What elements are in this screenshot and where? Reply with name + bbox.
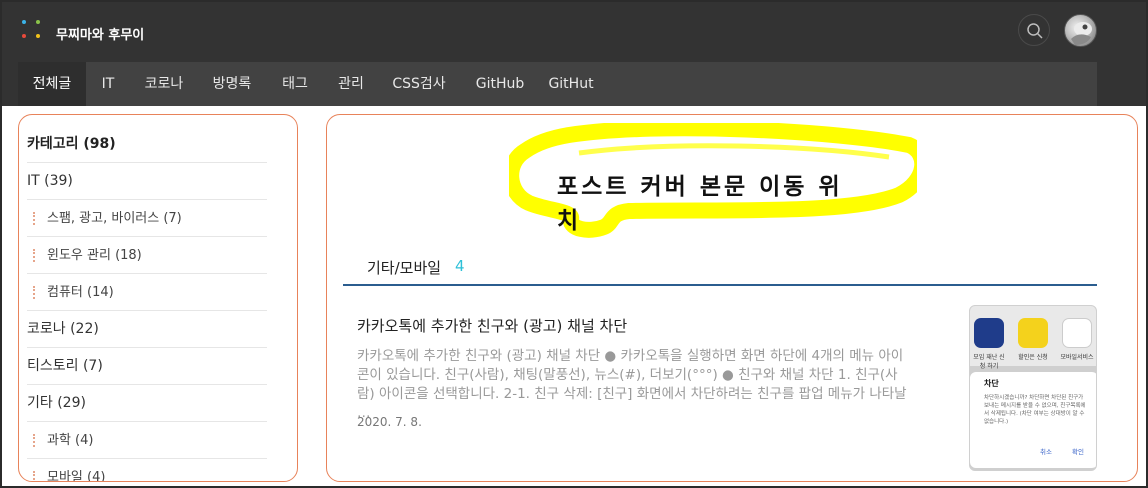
- post-cover[interactable]: 포스트 커버 본문 이동 위치: [509, 123, 917, 241]
- app-icon: [974, 318, 1004, 348]
- cover-text: 포스트 커버 본문 이동 위치: [557, 174, 843, 234]
- category-item[interactable]: 윈도우 관리 (18): [27, 237, 267, 274]
- nav-item[interactable]: IT: [86, 62, 130, 106]
- nav-item[interactable]: 방명록: [198, 62, 266, 106]
- category-item[interactable]: 스팸, 광고, 바이러스 (7): [27, 200, 267, 237]
- post-thumbnail[interactable]: 모임 재난 신청 하기 할인은 신청 모바일서비스 차단 차단하시겠습니까? 차…: [969, 305, 1097, 471]
- category-sidebar: 카테고리 (98) IT (39) 스팸, 광고, 바이러스 (7) 윈도우 관리 (…: [18, 114, 298, 482]
- dialog-body: 차단하시겠습니까? 차단하면 차단된 친구가 보내는 메시지를 받을 수 없으며…: [984, 395, 1086, 425]
- avatar[interactable]: [1064, 14, 1097, 47]
- post-title-link[interactable]: 카카오톡에 추가한 친구와 (광고) 채널 차단: [357, 315, 627, 336]
- category-item[interactable]: 컴퓨터 (14): [27, 274, 267, 311]
- thumbnail-app-row: 모임 재난 신청 하기 할인은 신청 모바일서비스: [970, 306, 1096, 370]
- category-label: 컴퓨터 (14): [47, 285, 114, 300]
- search-button[interactable]: [1018, 14, 1050, 46]
- nav-item[interactable]: 코로나: [130, 62, 198, 106]
- nav-item[interactable]: CSS검사: [378, 62, 460, 106]
- post-excerpt[interactable]: 카카오톡에 추가한 친구와 (광고) 채널 차단 ● 카카오톡을 실행하면 화면…: [357, 347, 913, 423]
- section-divider: [343, 284, 1097, 286]
- section-title: 기타/모바일: [367, 259, 442, 277]
- site-title[interactable]: 무찌마와 후무이: [56, 24, 144, 43]
- app-label: 모임 재난 신청 하기: [973, 354, 1005, 370]
- subcategory-marker: [33, 286, 35, 299]
- page-frame: 무찌마와 후무이 전체글 IT 코로나 방명록 태그 관리 CSS검사 GitHub GitHu…: [0, 0, 1148, 488]
- category-item[interactable]: 티스토리 (7): [27, 348, 267, 385]
- dialog-cancel: 취소: [1040, 448, 1052, 456]
- nav-item[interactable]: 관리: [324, 62, 378, 106]
- category-label: 스팸, 광고, 바이러스 (7): [47, 211, 182, 226]
- category-label: 모바일 (4): [47, 470, 106, 482]
- subcategory-marker: [33, 434, 35, 447]
- subcategory-marker: [33, 471, 35, 481]
- block-dialog: 차단 차단하시겠습니까? 차단하면 차단된 친구가 보내는 메시지를 받을 수 …: [970, 372, 1096, 468]
- post-date: 2020. 7. 8.: [357, 415, 422, 429]
- category-item[interactable]: 과학 (4): [27, 422, 267, 459]
- category-header[interactable]: 카테고리 (98): [27, 126, 267, 163]
- subcategory-marker: [33, 249, 35, 262]
- main-nav: 전체글 IT 코로나 방명록 태그 관리 CSS검사 GitHub GitHut: [18, 62, 1097, 106]
- nav-item[interactable]: GitHub: [460, 62, 540, 106]
- app-icon: [1018, 318, 1048, 348]
- search-icon: [1027, 23, 1043, 39]
- section-count: 4: [455, 257, 465, 275]
- app-icon: [1062, 318, 1092, 348]
- logo-icon[interactable]: [20, 18, 44, 42]
- category-item[interactable]: IT (39): [27, 163, 267, 200]
- site-header: 무찌마와 후무이 전체글 IT 코로나 방명록 태그 관리 CSS검사 GitHub GitHu…: [2, 2, 1146, 106]
- nav-item[interactable]: GitHut: [540, 62, 602, 106]
- dialog-title: 차단: [984, 379, 999, 388]
- nav-item[interactable]: 태그: [266, 62, 324, 106]
- main-content: 포스트 커버 본문 이동 위치 기타/모바일 4 카카오톡에 추가한 친구와 (…: [326, 114, 1138, 482]
- category-item[interactable]: 기타 (29): [27, 385, 267, 422]
- nav-item[interactable]: 전체글: [18, 62, 86, 106]
- category-item[interactable]: 코로나 (22): [27, 311, 267, 348]
- subcategory-marker: [33, 212, 35, 225]
- app-label: 모바일서비스: [1060, 354, 1094, 361]
- category-item[interactable]: 모바일 (4): [27, 459, 267, 482]
- dialog-ok: 확인: [1072, 448, 1084, 456]
- category-label: 윈도우 관리 (18): [47, 248, 142, 263]
- app-label: 할인은 신청: [1018, 354, 1048, 361]
- avatar-image: [1071, 22, 1092, 45]
- category-label: 과학 (4): [47, 433, 94, 448]
